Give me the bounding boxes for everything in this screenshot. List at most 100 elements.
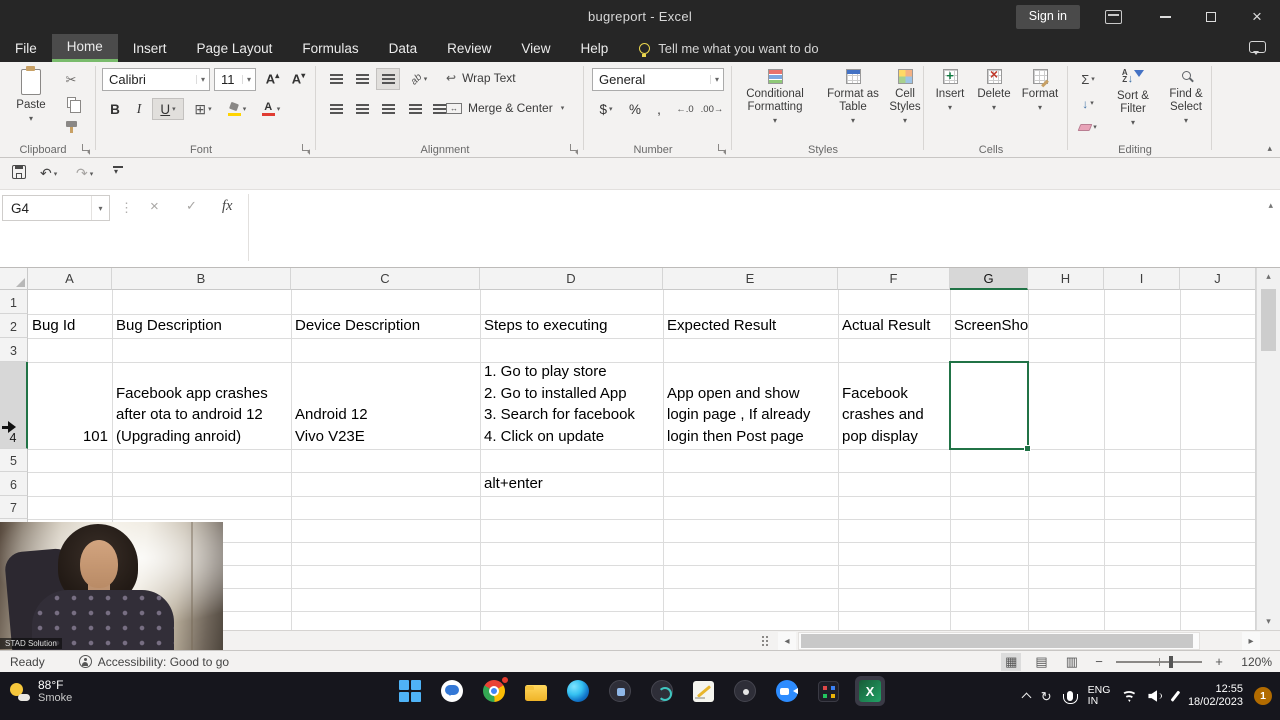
zoom-out-button[interactable]: − bbox=[1092, 654, 1106, 669]
cell-E2[interactable]: Expected Result bbox=[663, 314, 838, 338]
align-left-button[interactable] bbox=[324, 98, 348, 120]
normal-view-button[interactable] bbox=[1001, 652, 1022, 671]
cut-button[interactable] bbox=[58, 70, 84, 90]
font-color-button[interactable]: A bbox=[256, 98, 286, 120]
collapse-formula-bar-icon[interactable] bbox=[1268, 200, 1273, 211]
top-align-button[interactable] bbox=[324, 68, 348, 90]
scroll-down-icon[interactable] bbox=[1257, 613, 1280, 630]
cell-D4[interactable]: 1. Go to play store 2. Go to installed A… bbox=[480, 362, 663, 449]
column-header-C[interactable]: C bbox=[291, 268, 480, 290]
tab-view[interactable]: View bbox=[506, 34, 565, 62]
taskbar-weather-widget[interactable]: 88°F Smoke bbox=[10, 679, 72, 704]
column-header-H[interactable]: H bbox=[1028, 268, 1104, 290]
zoom-slider-handle[interactable] bbox=[1169, 655, 1174, 668]
microphone-icon[interactable] bbox=[1063, 691, 1079, 704]
conditional-formatting-button[interactable]: Conditional Formatting bbox=[734, 69, 816, 122]
taskbar-explorer-button[interactable] bbox=[521, 677, 551, 705]
enter-check-icon[interactable] bbox=[186, 198, 197, 214]
column-header-B[interactable]: B bbox=[112, 268, 291, 290]
sync-icon[interactable] bbox=[1041, 690, 1052, 703]
cell-A4[interactable]: 101 bbox=[28, 362, 112, 449]
cell-G2[interactable]: ScreenShort bbox=[950, 314, 1028, 338]
insert-function-button[interactable]: fx bbox=[222, 198, 232, 215]
speaker-icon[interactable] bbox=[1148, 690, 1163, 702]
accessibility-status[interactable]: Accessibility: Good to go bbox=[78, 655, 229, 669]
format-painter-button[interactable] bbox=[58, 116, 84, 136]
row-header-7[interactable]: 7 bbox=[0, 496, 28, 519]
tab-file[interactable]: File bbox=[0, 34, 52, 62]
save-button[interactable] bbox=[12, 165, 26, 179]
undo-button[interactable] bbox=[40, 165, 57, 182]
scroll-up-icon[interactable] bbox=[1257, 268, 1280, 285]
delete-cells-button[interactable]: Delete bbox=[974, 68, 1014, 109]
page-layout-view-button[interactable] bbox=[1031, 653, 1051, 671]
language-indicator[interactable]: ENG IN bbox=[1088, 685, 1111, 707]
zoom-level[interactable]: 120% bbox=[1236, 655, 1272, 669]
zoom-slider[interactable] bbox=[1116, 655, 1202, 668]
scroll-left-icon[interactable] bbox=[778, 632, 796, 650]
row-header-6[interactable]: 6 bbox=[0, 472, 28, 496]
name-box-dropdown-icon[interactable] bbox=[91, 196, 109, 220]
row-header-5[interactable]: 5 bbox=[0, 449, 28, 472]
collapse-ribbon-icon[interactable] bbox=[1267, 143, 1272, 154]
column-header-G[interactable]: G bbox=[950, 268, 1028, 290]
tab-home[interactable]: Home bbox=[51, 34, 118, 62]
number-format-combo[interactable]: General bbox=[592, 68, 724, 91]
tab-split-handle[interactable] bbox=[762, 636, 764, 638]
sort-filter-button[interactable]: A Z↓ Sort & Filter bbox=[1108, 69, 1158, 124]
fill-color-button[interactable] bbox=[222, 98, 252, 120]
tab-insert[interactable]: Insert bbox=[118, 34, 182, 62]
customize-qat-button[interactable] bbox=[112, 165, 124, 177]
taskbar-zoom-button[interactable] bbox=[772, 676, 802, 706]
fill-button[interactable] bbox=[1072, 92, 1104, 114]
taskbar-excel-button[interactable] bbox=[855, 676, 885, 706]
increase-decimal-button[interactable]: ←.0 bbox=[672, 98, 698, 120]
column-header-E[interactable]: E bbox=[663, 268, 838, 290]
cell-D6[interactable]: alt+enter bbox=[480, 472, 663, 496]
cancel-icon[interactable] bbox=[150, 198, 159, 215]
bold-button[interactable]: B bbox=[104, 98, 126, 120]
vertical-scroll-thumb[interactable] bbox=[1261, 289, 1276, 351]
vertical-scrollbar[interactable] bbox=[1256, 268, 1280, 630]
row-header-3[interactable]: 3 bbox=[0, 338, 28, 362]
insert-cells-button[interactable]: Insert bbox=[930, 69, 970, 109]
cell-A2[interactable]: Bug Id bbox=[28, 314, 112, 338]
align-right-button[interactable] bbox=[376, 98, 400, 120]
column-header-F[interactable]: F bbox=[838, 268, 950, 290]
maximize-button[interactable] bbox=[1188, 0, 1234, 34]
taskbar-clock[interactable]: 12:55 18/02/2023 bbox=[1188, 683, 1243, 709]
taskbar-edge-button[interactable] bbox=[563, 676, 593, 706]
row-header-4[interactable]: 4 bbox=[0, 362, 28, 449]
notification-badge[interactable]: 1 bbox=[1254, 687, 1272, 705]
autosum-button[interactable] bbox=[1072, 68, 1104, 90]
ribbon-display-options-icon[interactable] bbox=[1105, 10, 1122, 24]
start-button[interactable] bbox=[395, 676, 425, 706]
middle-align-button[interactable] bbox=[350, 68, 374, 90]
paste-dropdown-icon[interactable] bbox=[8, 112, 54, 120]
taskbar-app3-button[interactable] bbox=[730, 676, 760, 706]
font-dialog-launcher[interactable] bbox=[302, 144, 312, 154]
sign-in-button[interactable]: Sign in bbox=[1015, 5, 1080, 29]
increase-font-size-button[interactable]: A▴ bbox=[260, 68, 285, 90]
taskbar-chat-button[interactable] bbox=[437, 676, 467, 706]
cell-F4[interactable]: Facebook crashes and pop display bbox=[838, 362, 950, 449]
fill-handle[interactable] bbox=[1024, 445, 1031, 452]
decrease-decimal-button[interactable]: .00→ bbox=[698, 98, 726, 120]
center-button[interactable] bbox=[350, 98, 374, 120]
row-header-2[interactable]: 2 bbox=[0, 314, 28, 338]
row-header-1[interactable]: 1 bbox=[0, 290, 28, 314]
underline-button[interactable]: U bbox=[152, 98, 184, 120]
horizontal-scroll-thumb[interactable] bbox=[801, 634, 1193, 648]
tray-chevron-icon[interactable] bbox=[1021, 692, 1032, 703]
redo-button[interactable] bbox=[76, 165, 93, 182]
merge-center-button[interactable]: Merge & Center bbox=[446, 101, 564, 115]
column-header-A[interactable]: A bbox=[28, 268, 112, 290]
tab-page-layout[interactable]: Page Layout bbox=[182, 34, 288, 62]
cell-F2[interactable]: Actual Result bbox=[838, 314, 950, 338]
name-box[interactable]: G4 bbox=[2, 195, 110, 221]
select-all-button[interactable] bbox=[0, 268, 28, 290]
taskbar-media-button[interactable] bbox=[814, 676, 843, 706]
orientation-button[interactable]: ab bbox=[404, 68, 434, 90]
find-select-button[interactable]: Find & Select bbox=[1162, 69, 1210, 122]
decrease-indent-button[interactable] bbox=[404, 98, 426, 120]
